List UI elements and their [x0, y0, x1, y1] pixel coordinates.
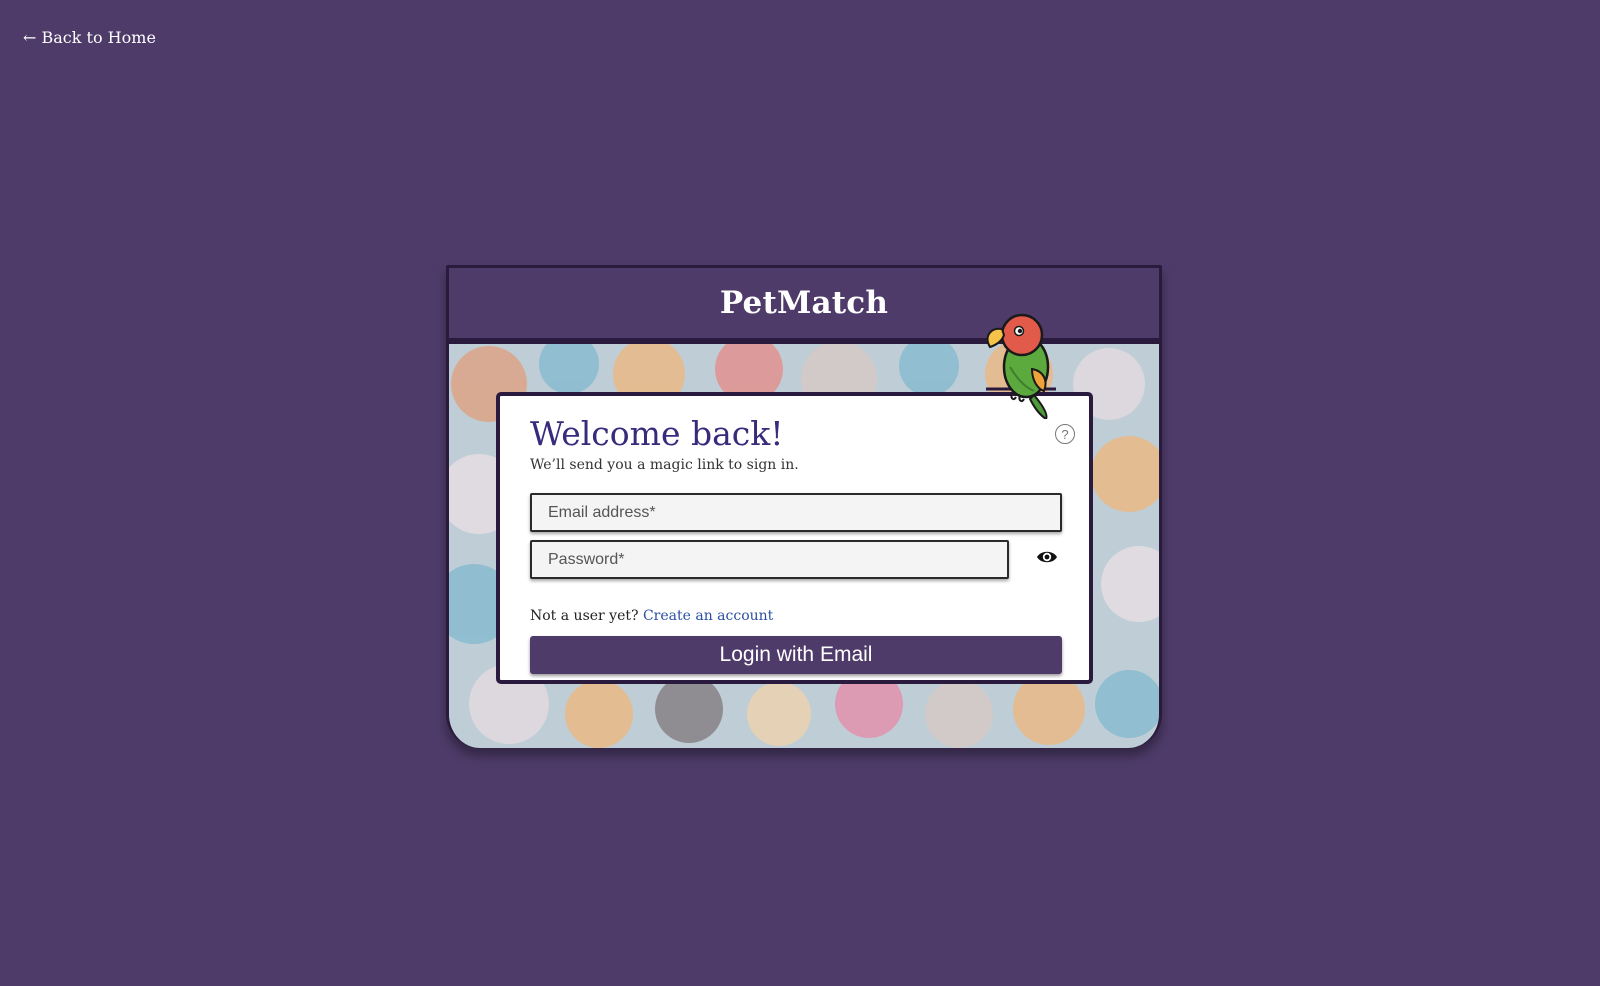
eye-icon[interactable]: [1036, 549, 1058, 565]
signup-row: Not a user yet? Create an account: [530, 608, 773, 624]
question-circle-icon[interactable]: ?: [1055, 424, 1075, 444]
brand-title: PetMatch: [719, 285, 889, 321]
help-glyph: ?: [1061, 426, 1069, 442]
parrot-icon: [978, 307, 1076, 421]
email-field[interactable]: [530, 493, 1062, 532]
welcome-heading: Welcome back!: [530, 414, 784, 453]
login-with-email-button[interactable]: Login with Email: [530, 636, 1062, 674]
login-form-panel: Welcome back! We’ll send you a magic lin…: [496, 392, 1093, 684]
back-to-home-link[interactable]: ← Back to Home: [23, 28, 156, 47]
magic-link-subtitle: We’ll send you a magic link to sign in.: [530, 457, 799, 473]
create-account-link[interactable]: Create an account: [643, 608, 773, 624]
signup-prompt: Not a user yet?: [530, 608, 639, 624]
password-field[interactable]: [530, 540, 1009, 579]
